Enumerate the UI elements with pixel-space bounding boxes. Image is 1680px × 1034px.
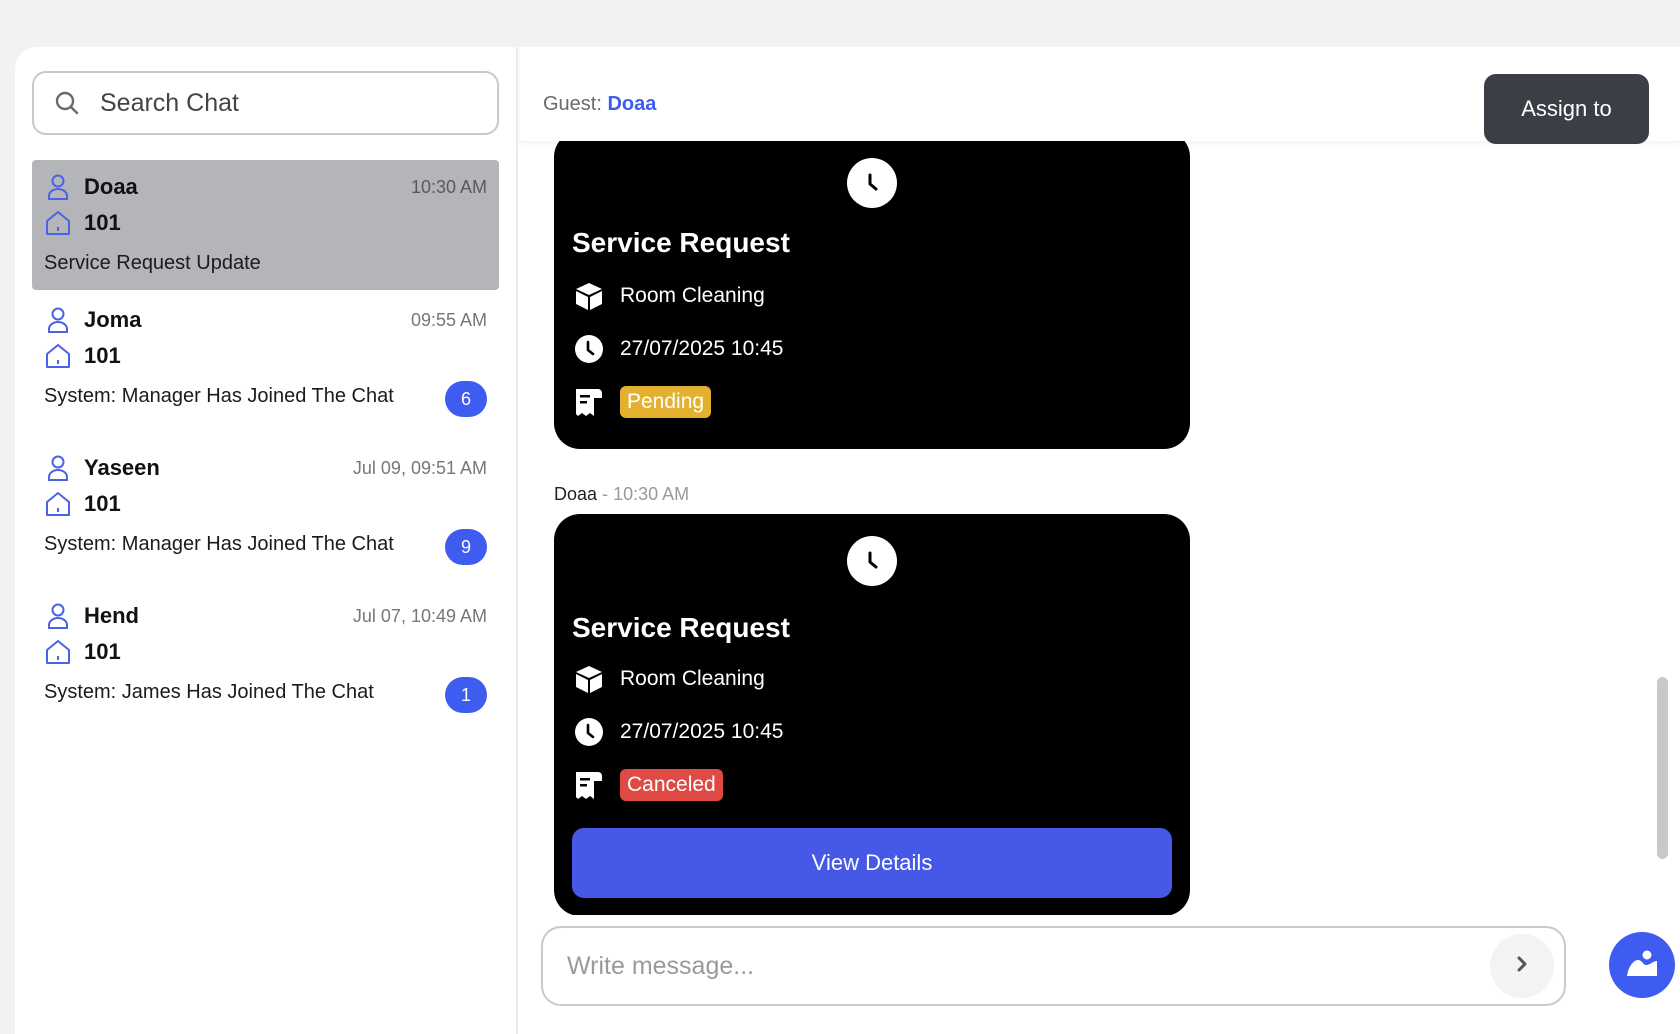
clock-icon — [847, 158, 897, 208]
receipt-icon — [572, 768, 606, 802]
guest-name[interactable]: Doaa — [607, 93, 656, 115]
search-icon — [54, 90, 80, 116]
conversation-panel: Guest: Doaa Assign to Service Request Ro… — [520, 47, 1680, 1034]
card-service: Room Cleaning — [620, 667, 765, 690]
status-badge: Canceled — [620, 769, 723, 801]
user-icon — [44, 173, 72, 201]
clock-icon — [847, 536, 897, 586]
chat-item-room-row: 101 — [44, 206, 121, 240]
chevron-right-icon — [1513, 955, 1531, 978]
chat-item-last-message: System: Manager Has Joined The Chat — [44, 533, 394, 555]
chat-item-header: Yaseen Jul 09, 09:51 AM — [44, 451, 487, 485]
home-icon — [44, 342, 72, 370]
unread-badge: 6 — [445, 381, 487, 417]
chat-item-room: 101 — [84, 639, 121, 664]
card-datetime-row: 27/07/2025 10:45 — [572, 715, 784, 749]
app-window: Doaa 10:30 AM 101 Service Request Update… — [15, 47, 1680, 1034]
chat-item-room-row: 101 — [44, 635, 121, 669]
chat-item-time: 09:55 AM — [410, 309, 487, 330]
chat-item-room: 101 — [84, 210, 121, 235]
send-button[interactable] — [1490, 934, 1554, 998]
status-badge: Pending — [620, 386, 712, 418]
service-request-card: Service Request Room Cleaning 27/07/2025… — [554, 514, 1190, 915]
message-sender: Doaa — [554, 484, 598, 504]
home-icon — [44, 209, 72, 237]
chat-item-header: Doaa 10:30 AM — [44, 170, 487, 204]
message-input[interactable] — [567, 951, 1467, 981]
chat-item-time: 10:30 AM — [410, 176, 487, 197]
chat-item-time: Jul 09, 09:51 AM — [352, 457, 487, 478]
chat-item-name: Yaseen — [84, 455, 160, 480]
search-input[interactable] — [100, 88, 440, 118]
card-service-row: Room Cleaning — [572, 279, 765, 313]
chat-item-time: Jul 07, 10:49 AM — [352, 605, 487, 626]
scrollbar[interactable] — [1657, 677, 1668, 859]
chat-item-name: Joma — [84, 307, 142, 332]
attach-image-button[interactable] — [1609, 932, 1675, 998]
image-icon — [1625, 946, 1659, 985]
card-title: Service Request — [572, 612, 790, 643]
chat-item-name: Hend — [84, 603, 139, 628]
user-icon — [44, 306, 72, 334]
card-title: Service Request — [572, 227, 790, 258]
card-service: Room Cleaning — [620, 284, 765, 307]
clock-icon — [572, 332, 606, 366]
view-details-button[interactable]: View Details — [572, 828, 1172, 898]
chat-item-header: Joma 09:55 AM — [44, 303, 487, 337]
chat-sidebar: Doaa 10:30 AM 101 Service Request Update… — [15, 47, 518, 1034]
guest-label: Guest: — [543, 93, 602, 115]
chat-item-name: Doaa — [84, 174, 138, 199]
chat-item-room: 101 — [84, 343, 121, 368]
card-datetime: 27/07/2025 10:45 — [620, 720, 784, 743]
card-datetime: 27/07/2025 10:45 — [620, 337, 784, 360]
message-meta: Doaa - 10:30 AM — [554, 484, 689, 505]
chat-list-item[interactable]: Yaseen Jul 09, 09:51 AM 101 System: Mana… — [32, 441, 499, 571]
card-status-row: Canceled — [572, 768, 723, 802]
message-time: 10:30 AM — [613, 484, 690, 504]
card-datetime-row: 27/07/2025 10:45 — [572, 332, 784, 366]
user-icon — [44, 602, 72, 630]
chat-item-last-message: System: Manager Has Joined The Chat — [44, 385, 394, 407]
chat-list-item[interactable]: Joma 09:55 AM 101 System: Manager Has Jo… — [32, 293, 499, 423]
chat-item-room-row: 101 — [44, 339, 121, 373]
clock-icon — [572, 715, 606, 749]
search-box[interactable] — [32, 71, 499, 135]
message-separator: - — [602, 484, 609, 504]
box-icon — [572, 279, 606, 313]
message-list[interactable]: Service Request Room Cleaning 27/07/2025… — [520, 141, 1680, 915]
message-composer[interactable] — [541, 926, 1566, 1006]
chat-list-item[interactable]: Doaa 10:30 AM 101 Service Request Update — [32, 160, 499, 290]
user-icon — [44, 454, 72, 482]
chat-list-item[interactable]: Hend Jul 07, 10:49 AM 101 System: James … — [32, 589, 499, 719]
service-request-card: Service Request Room Cleaning 27/07/2025… — [554, 141, 1190, 449]
chat-item-room: 101 — [84, 491, 121, 516]
chat-item-header: Hend Jul 07, 10:49 AM — [44, 599, 487, 633]
chat-item-room-row: 101 — [44, 487, 121, 521]
chat-item-last-message: Service Request Update — [44, 252, 261, 274]
card-service-row: Room Cleaning — [572, 662, 765, 696]
guest-info: Guest: Doaa — [543, 93, 656, 116]
chat-item-last-message: System: James Has Joined The Chat — [44, 681, 374, 703]
receipt-icon — [572, 385, 606, 419]
home-icon — [44, 490, 72, 518]
conversation-header: Guest: Doaa Assign to — [520, 47, 1680, 144]
unread-badge: 1 — [445, 677, 487, 713]
card-status-row: Pending — [572, 385, 712, 419]
box-icon — [572, 662, 606, 696]
home-icon — [44, 638, 72, 666]
unread-badge: 9 — [445, 529, 487, 565]
assign-to-button[interactable]: Assign to — [1484, 74, 1649, 144]
